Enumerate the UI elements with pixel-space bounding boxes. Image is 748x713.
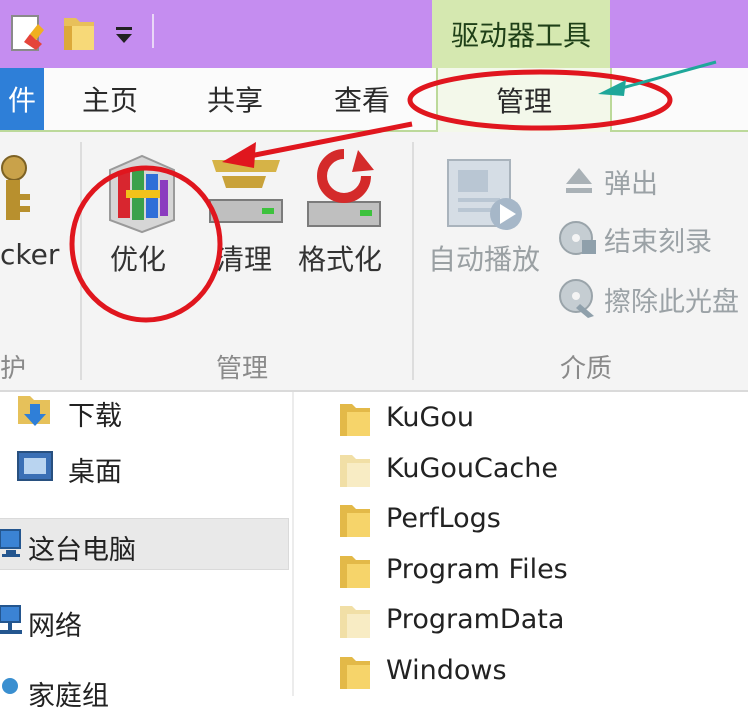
folder-icon xyxy=(340,505,370,537)
folder-icon xyxy=(340,404,370,436)
cleanup-label[interactable]: 清理 xyxy=(216,238,272,278)
erase-disc-icon[interactable] xyxy=(558,278,598,318)
format-icon[interactable] xyxy=(302,146,386,234)
eject-label[interactable]: 弹出 xyxy=(604,162,658,201)
group-separator xyxy=(80,142,82,380)
drive-tools-context-tab: 驱动器工具 xyxy=(432,0,610,68)
cleanup-icon[interactable] xyxy=(206,150,286,234)
folder-icon xyxy=(340,606,370,638)
nav-item-desktop[interactable]: 桌面 xyxy=(68,450,122,489)
file-row[interactable]: KuGouCache xyxy=(300,447,740,493)
tab-manage[interactable]: 管理 xyxy=(436,68,612,132)
properties-icon[interactable] xyxy=(8,14,48,54)
file-name: KuGou xyxy=(386,402,475,433)
homegroup-icon xyxy=(2,678,18,694)
file-list: KuGou KuGouCache PerfLogs Program Files Prog… xyxy=(300,396,748,696)
finish-burning-label[interactable]: 结束刻录 xyxy=(604,220,712,259)
media-group-label: 介质 xyxy=(560,354,613,384)
tab-home[interactable]: 主页 xyxy=(70,68,150,130)
title-separator xyxy=(152,14,154,48)
file-name: PerfLogs xyxy=(386,503,501,534)
bitlocker-icon[interactable] xyxy=(0,150,40,230)
eject-icon[interactable] xyxy=(562,164,596,196)
finish-burning-icon[interactable] xyxy=(558,218,598,258)
folder-icon xyxy=(340,555,370,588)
this-pc-icon xyxy=(0,529,21,557)
autoplay-label[interactable]: 自动播放 xyxy=(428,238,540,278)
network-icon xyxy=(0,605,22,634)
new-folder-icon[interactable] xyxy=(60,12,100,56)
tab-file[interactable]: 件 xyxy=(0,68,44,130)
file-name: Windows xyxy=(386,654,507,686)
file-row[interactable]: ProgramData xyxy=(300,598,740,644)
customize-quick-access-icon[interactable] xyxy=(112,22,138,48)
file-name: ProgramData xyxy=(386,604,565,635)
file-row[interactable]: Program Files xyxy=(300,548,740,594)
file-row[interactable]: KuGou xyxy=(300,396,740,442)
downloads-icon xyxy=(18,396,50,426)
file-row[interactable]: Windows xyxy=(300,649,740,695)
nav-item-downloads[interactable]: 下载 xyxy=(68,394,122,433)
protect-group-label: 护 xyxy=(0,354,27,384)
optimize-icon[interactable] xyxy=(104,150,180,234)
manage-group-label: 管理 xyxy=(216,354,269,384)
nav-item-network[interactable]: 网络 xyxy=(28,604,82,643)
file-name: Program Files xyxy=(386,553,568,585)
optimize-label[interactable]: 优化 xyxy=(110,238,166,278)
format-label[interactable]: 格式化 xyxy=(298,238,382,278)
file-row[interactable]: PerfLogs xyxy=(300,497,740,543)
desktop-icon xyxy=(17,451,53,481)
nav-item-homegroup[interactable]: 家庭组 xyxy=(28,674,109,713)
autoplay-icon[interactable] xyxy=(442,156,528,236)
folder-icon xyxy=(340,454,370,487)
file-name: KuGouCache xyxy=(386,452,558,484)
group-separator xyxy=(412,142,414,380)
nav-item-this-pc[interactable]: 这台电脑 xyxy=(28,528,136,567)
tab-view[interactable]: 查看 xyxy=(320,68,404,130)
tab-share[interactable]: 共享 xyxy=(193,68,277,130)
erase-disc-label[interactable]: 擦除此光盘 xyxy=(604,280,739,319)
folder-icon xyxy=(340,656,370,689)
bitlocker-label[interactable]: cker xyxy=(0,238,59,271)
